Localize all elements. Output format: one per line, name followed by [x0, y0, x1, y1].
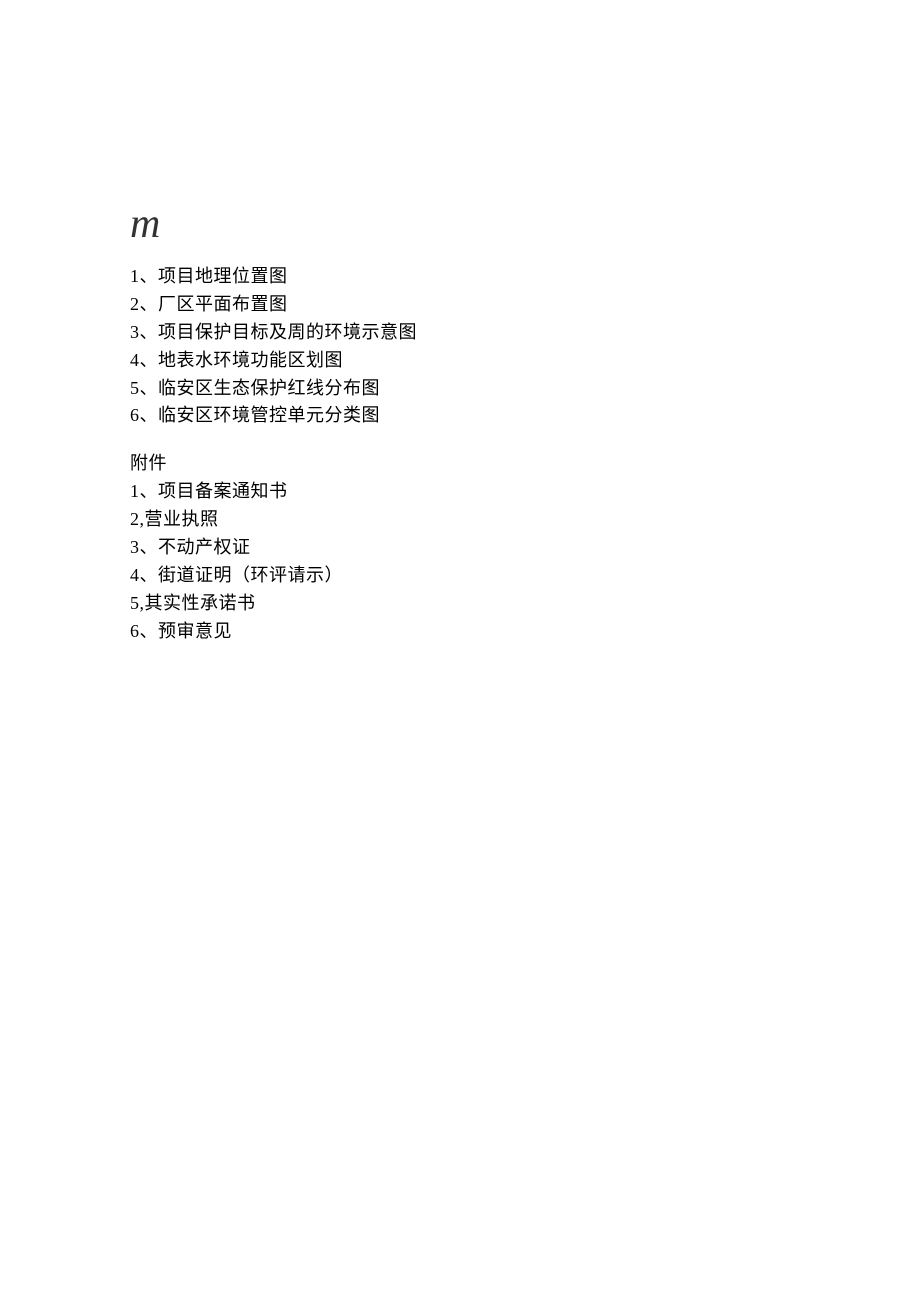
list-item: 3、项目保护目标及周的环境示意图	[130, 319, 920, 347]
list-item: 6、临安区环境管控单元分类图	[130, 402, 920, 430]
list-item: 2,营业执照	[130, 506, 920, 534]
list-item: 3、不动产权证	[130, 534, 920, 562]
page-heading: m	[130, 200, 920, 248]
list-item: 6、预审意见	[130, 618, 920, 646]
list-item: 5、临安区生态保护红线分布图	[130, 375, 920, 403]
list-item: 5,其实性承诺书	[130, 590, 920, 618]
section-1-list: 1、项目地理位置图 2、厂区平面布置图 3、项目保护目标及周的环境示意图 4、地…	[130, 263, 920, 430]
section-2-list: 1、项目备案通知书 2,营业执照 3、不动产权证 4、街道证明（环评请示） 5,…	[130, 478, 920, 645]
list-item: 4、街道证明（环评请示）	[130, 562, 920, 590]
list-item: 4、地表水环境功能区划图	[130, 347, 920, 375]
list-item: 1、项目备案通知书	[130, 478, 920, 506]
section-2-title: 附件	[130, 450, 920, 478]
list-item: 2、厂区平面布置图	[130, 291, 920, 319]
list-item: 1、项目地理位置图	[130, 263, 920, 291]
